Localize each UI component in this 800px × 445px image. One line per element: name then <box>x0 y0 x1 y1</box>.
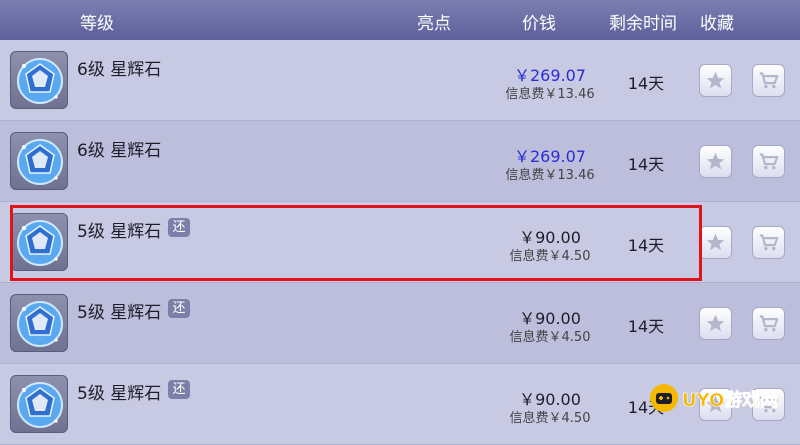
header-level: 等级 <box>80 14 114 34</box>
favorite-button[interactable] <box>699 307 732 340</box>
item-name: 6级 星辉石 <box>77 60 162 80</box>
bargain-badge: 还 <box>168 299 190 318</box>
highlight-box <box>10 205 702 281</box>
item-fee: 信息费￥4.50 <box>509 330 591 345</box>
table-header: 等级 亮点 价钱 剩余时间 收藏 <box>0 0 800 40</box>
header-favorite: 收藏 <box>700 14 734 34</box>
watermark-text: UYO游戏网 <box>682 390 779 412</box>
item-remaining-time: 14天 <box>627 74 665 93</box>
item-name: 6级 星辉石 <box>77 141 162 161</box>
gem-icon <box>10 375 68 433</box>
item-name: 5级 星辉石 <box>77 384 162 404</box>
favorite-button[interactable] <box>699 226 732 259</box>
gem-icon <box>10 132 68 190</box>
item-fee: 信息费￥13.46 <box>505 87 595 102</box>
list-item[interactable]: 6级 星辉石 ￥269.07 信息费￥13.46 14天 <box>0 121 800 202</box>
favorite-button[interactable] <box>699 64 732 97</box>
list-item[interactable]: 5级 星辉石还 ￥90.00 信息费￥4.50 14天 <box>0 283 800 364</box>
item-fee: 信息费￥4.50 <box>509 411 591 426</box>
header-highlight: 亮点 <box>417 14 451 34</box>
buy-button[interactable] <box>752 145 785 178</box>
list-item[interactable]: 6级 星辉石 ￥269.07 信息费￥13.46 14天 <box>0 40 800 121</box>
buy-button[interactable] <box>752 226 785 259</box>
watermark: UYO游戏网 <box>650 382 792 414</box>
header-remaining-time: 剩余时间 <box>609 14 677 34</box>
buy-button[interactable] <box>752 64 785 97</box>
favorite-button[interactable] <box>699 145 732 178</box>
watermark-logo-icon <box>650 384 678 412</box>
gem-icon <box>10 51 68 109</box>
item-remaining-time: 14天 <box>627 155 665 174</box>
item-fee: 信息费￥13.46 <box>505 168 595 183</box>
header-price: 价钱 <box>522 14 556 34</box>
item-remaining-time: 14天 <box>627 317 665 336</box>
gem-icon <box>10 294 68 352</box>
buy-button[interactable] <box>752 307 785 340</box>
bargain-badge: 还 <box>168 380 190 399</box>
item-name: 5级 星辉石 <box>77 303 162 323</box>
